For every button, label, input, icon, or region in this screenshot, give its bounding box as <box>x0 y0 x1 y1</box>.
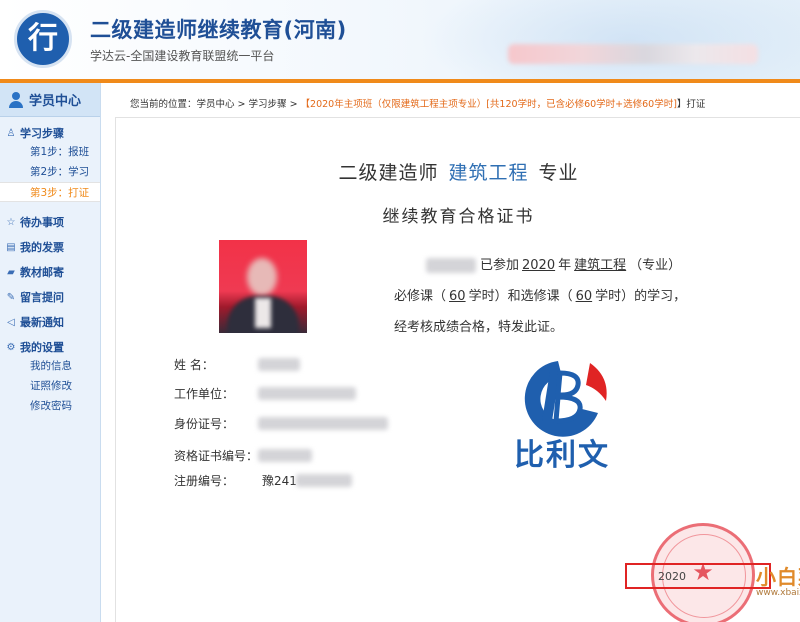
sidebar-item-invoice[interactable]: ▤ 我的发票 <box>0 238 100 256</box>
certificate-line-2: 必修课（ 60 学时）和选修课（ 60 学时）的学习， <box>394 289 687 304</box>
breadcrumb-steps[interactable]: 学习步骤 <box>249 99 287 110</box>
sidebar-item-questions[interactable]: ✎ 留言提问 <box>0 288 100 306</box>
stamp-highlight-box <box>625 563 771 589</box>
header-divider <box>0 79 800 83</box>
name-redacted <box>426 258 476 273</box>
name-value-redacted <box>258 358 300 371</box>
sidebar-item-my-info[interactable]: 我的信息 <box>0 356 100 376</box>
sidebar-section-steps[interactable]: ♙ 学习步骤 <box>0 124 100 142</box>
sidebar-item-step1[interactable]: 第1步：报班 <box>0 142 100 162</box>
sidebar-item-step2[interactable]: 第2步：学习 <box>0 162 100 182</box>
sidebar-item-change-password[interactable]: 修改密码 <box>0 396 100 416</box>
certificate-title: 二级建造师 建筑工程 专业 <box>338 162 579 184</box>
id-value-redacted <box>258 417 388 430</box>
site-title: 二级建造师继续教育(河南) <box>90 18 347 42</box>
cert-number-redacted <box>258 449 312 462</box>
invoice-icon: ▤ <box>6 241 16 253</box>
user-icon <box>8 91 24 108</box>
breadcrumb: 您当前的位置：学员中心 > 学习步骤 > 【2020年主项班（仅限建筑工程主项专… <box>130 99 706 110</box>
sidebar: 学员中心 ♙ 学习步骤 第1步：报班 第2步：学习 第3步：打证 ☆ 待办事项 … <box>0 83 101 622</box>
holder-photo <box>219 240 307 333</box>
field-employer: 工作单位： <box>174 385 356 402</box>
employer-value-redacted <box>258 387 356 400</box>
truck-icon: ▰ <box>7 266 15 278</box>
sidebar-item-mailing[interactable]: ▰ 教材邮寄 <box>0 263 100 281</box>
site-watermark: 小白菜 www.xbaixing.com <box>756 565 800 598</box>
field-reg-number: 注册编号： 豫241 <box>174 472 352 489</box>
bilingual-logo-text: 比利文 <box>514 438 610 473</box>
breadcrumb-home[interactable]: 学员中心 <box>197 99 235 110</box>
pencil-icon: ✎ <box>6 291 16 303</box>
certificate-line-3: 经考核成绩合格，特发此证。 <box>394 320 564 335</box>
pin-icon: ☆ <box>6 216 16 228</box>
megaphone-icon: ◁ <box>7 316 15 328</box>
sidebar-item-notices[interactable]: ◁ 最新通知 <box>0 313 100 331</box>
field-id-number: 身份证号： <box>174 415 388 432</box>
breadcrumb-course: 【2020年主项班（仅限建筑工程主项专业）[共120学时，已含必修60学时+选修… <box>300 99 677 110</box>
user-info-redacted <box>508 44 758 64</box>
field-cert-number: 资格证书编号： <box>174 447 312 464</box>
breadcrumb-action: 】打证 <box>676 99 706 110</box>
site-subtitle: 学达云-全国建设教育联盟统一平台 <box>90 49 275 63</box>
site-header: 行 二级建造师继续教育(河南) 学达云-全国建设教育联盟统一平台 <box>0 0 800 80</box>
certificate-line-1: 已参加 2020 年建筑工程 （专业） <box>426 254 681 273</box>
sidebar-item-edit-photo[interactable]: 证照修改 <box>0 376 100 396</box>
field-name: 姓 名： <box>174 356 300 373</box>
sidebar-item-todo[interactable]: ☆ 待办事项 <box>0 213 100 231</box>
person-outline-icon: ♙ <box>6 127 16 139</box>
certificate-subtitle: 继续教育合格证书 <box>382 207 535 227</box>
certificate-panel: 二级建造师 建筑工程 专业 继续教育合格证书 已参加 2020 年建筑工程 （专业） 必修… <box>115 117 800 622</box>
site-logo[interactable]: 行 <box>14 10 72 68</box>
reg-number-redacted <box>296 474 352 487</box>
sidebar-section-settings[interactable]: ⚙ 我的设置 <box>0 338 100 356</box>
sidebar-heading[interactable]: 学员中心 <box>0 83 100 117</box>
gear-icon: ⚙ <box>6 341 16 353</box>
sidebar-item-step3[interactable]: 第3步：打证 <box>0 182 100 202</box>
